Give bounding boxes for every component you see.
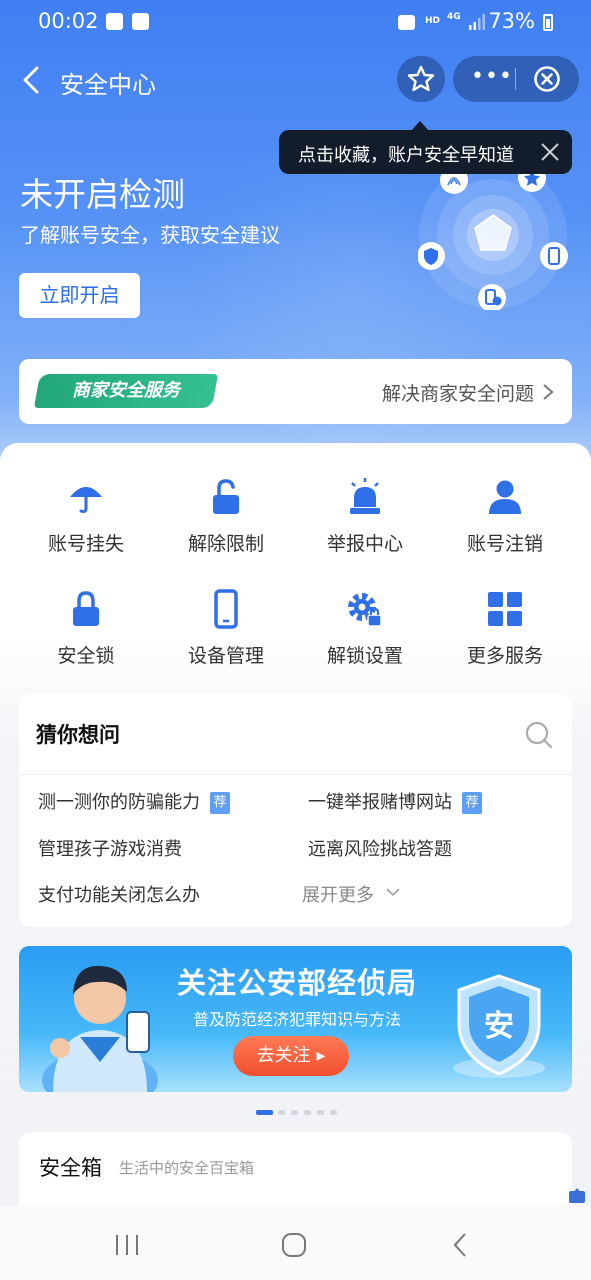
battery-percent: 73% [488, 9, 535, 33]
service-label: 设备管理 [187, 645, 264, 667]
faq-question[interactable]: 远离风险挑战答题 [308, 835, 452, 861]
service-report-center[interactable]: 举报中心 [300, 477, 430, 556]
service-security-lock[interactable]: 安全锁 [21, 589, 151, 668]
banner-subline: 普及防范经济犯罪知识与方法 [193, 1010, 402, 1029]
gallery-icon [106, 13, 123, 30]
enable-detection-button[interactable]: 立即开启 [19, 273, 140, 318]
check-icon [132, 13, 149, 30]
service-label: 安全锁 [57, 645, 115, 667]
service-label: 解锁设置 [326, 645, 403, 667]
umbrella-icon [70, 487, 102, 514]
status-time: 00:02 [38, 9, 99, 33]
faq-title: 猜你想问 [36, 723, 120, 747]
faq-question[interactable]: 管理孩子游戏消费 [38, 835, 182, 861]
back-nav-icon[interactable] [446, 1230, 476, 1260]
carousel-dot [330, 1110, 337, 1115]
home-icon[interactable] [279, 1230, 309, 1260]
promo-banner[interactable]: 关注公安部经侦局 普及防范经济犯罪知识与方法 去关注 ▸ 安 [19, 946, 572, 1092]
chevron-right-icon [543, 384, 554, 400]
recent-apps-icon[interactable] [112, 1230, 142, 1260]
gear-lock-icon [348, 593, 382, 627]
service-lost-account[interactable]: 账号挂失 [21, 477, 151, 556]
close-tooltip-icon[interactable] [540, 142, 560, 162]
service-label: 解除限制 [187, 533, 264, 555]
detection-subtitle: 了解账号安全，获取安全建议 [20, 223, 280, 247]
service-remove-restriction[interactable]: 解除限制 [161, 477, 291, 556]
hd-indicator: HD [425, 16, 441, 26]
network-indicator: 4G [447, 12, 461, 22]
faq-question[interactable]: 支付功能关闭怎么办 [38, 881, 200, 907]
page-title: 安全中心 [60, 71, 156, 99]
banner-headline: 关注公安部经侦局 [177, 966, 418, 1000]
chevron-down-icon [386, 888, 400, 897]
signal-icon [469, 14, 485, 30]
phone-icon [214, 589, 238, 629]
service-device-management[interactable]: 设备管理 [161, 589, 291, 668]
favorite-tooltip: 点击收藏，账户安全早知道 [279, 121, 572, 174]
faq-question[interactable]: 一键举报赌博网站荐 [308, 788, 482, 814]
service-label: 账号注销 [466, 533, 543, 555]
merchant-link[interactable]: 解决商家安全问题 [382, 379, 534, 406]
recommended-tag: 荐 [210, 792, 230, 814]
carousel-dot [291, 1110, 298, 1115]
user-icon [489, 480, 521, 514]
back-arrow-icon[interactable] [18, 64, 48, 96]
merchant-badge: 商家安全服务 [34, 374, 218, 408]
recommended-tag: 荐 [462, 792, 482, 814]
more-options-button[interactable]: ••• [471, 64, 513, 89]
service-unlock-settings[interactable]: 解锁设置 [300, 589, 430, 668]
top-nav: 安全中心 ••• [0, 56, 591, 104]
service-deactivate-account[interactable]: 账号注销 [440, 477, 570, 556]
system-navigation-bar [0, 1206, 591, 1280]
search-icon[interactable] [524, 720, 554, 750]
safebox-title: 安全箱 [39, 1156, 102, 1180]
faq-card: 猜你想问 测一测你的防骗能力荐 一键举报赌博网站荐 管理孩子游戏消费 远离风险挑… [19, 694, 572, 927]
alarm-icon [350, 478, 380, 514]
follow-button[interactable]: 去关注 ▸ [233, 1036, 349, 1076]
upload-icon [398, 15, 415, 30]
shield-icon: 安 [453, 974, 545, 1078]
close-miniapp-icon[interactable] [533, 65, 561, 93]
carousel-dot-active [256, 1110, 273, 1115]
shield-char: 安 [484, 1009, 514, 1044]
favorite-button[interactable] [397, 56, 445, 102]
lock-icon [73, 591, 99, 626]
tooltip-text: 点击收藏，账户安全早知道 [298, 145, 514, 166]
grid-icon [488, 592, 522, 626]
unlock-icon [213, 479, 239, 514]
expand-more-button[interactable]: 展开更多 [302, 881, 374, 907]
battery-icon [543, 14, 553, 31]
carousel-dot [317, 1110, 324, 1115]
miniapp-capsule: ••• [453, 56, 579, 102]
carousel-dot [304, 1110, 311, 1115]
safebox-subtitle: 生活中的安全百宝箱 [119, 1159, 255, 1177]
cartoon-person-illustration [42, 965, 158, 1092]
status-bar: 00:02 HD 4G 73% [0, 0, 591, 46]
security-radar-graphic [418, 161, 568, 310]
detection-status-title: 未开启检测 [20, 175, 185, 214]
upload-icon[interactable] [567, 1186, 587, 1204]
merchant-security-card[interactable]: 商家安全服务 解决商家安全问题 [19, 359, 572, 424]
service-more[interactable]: 更多服务 [440, 589, 570, 668]
star-icon [407, 65, 435, 92]
service-label: 账号挂失 [47, 533, 124, 555]
service-label: 更多服务 [466, 645, 543, 667]
faq-question[interactable]: 测一测你的防骗能力荐 [38, 788, 230, 814]
carousel-dot [278, 1110, 285, 1115]
service-label: 举报中心 [326, 533, 403, 555]
